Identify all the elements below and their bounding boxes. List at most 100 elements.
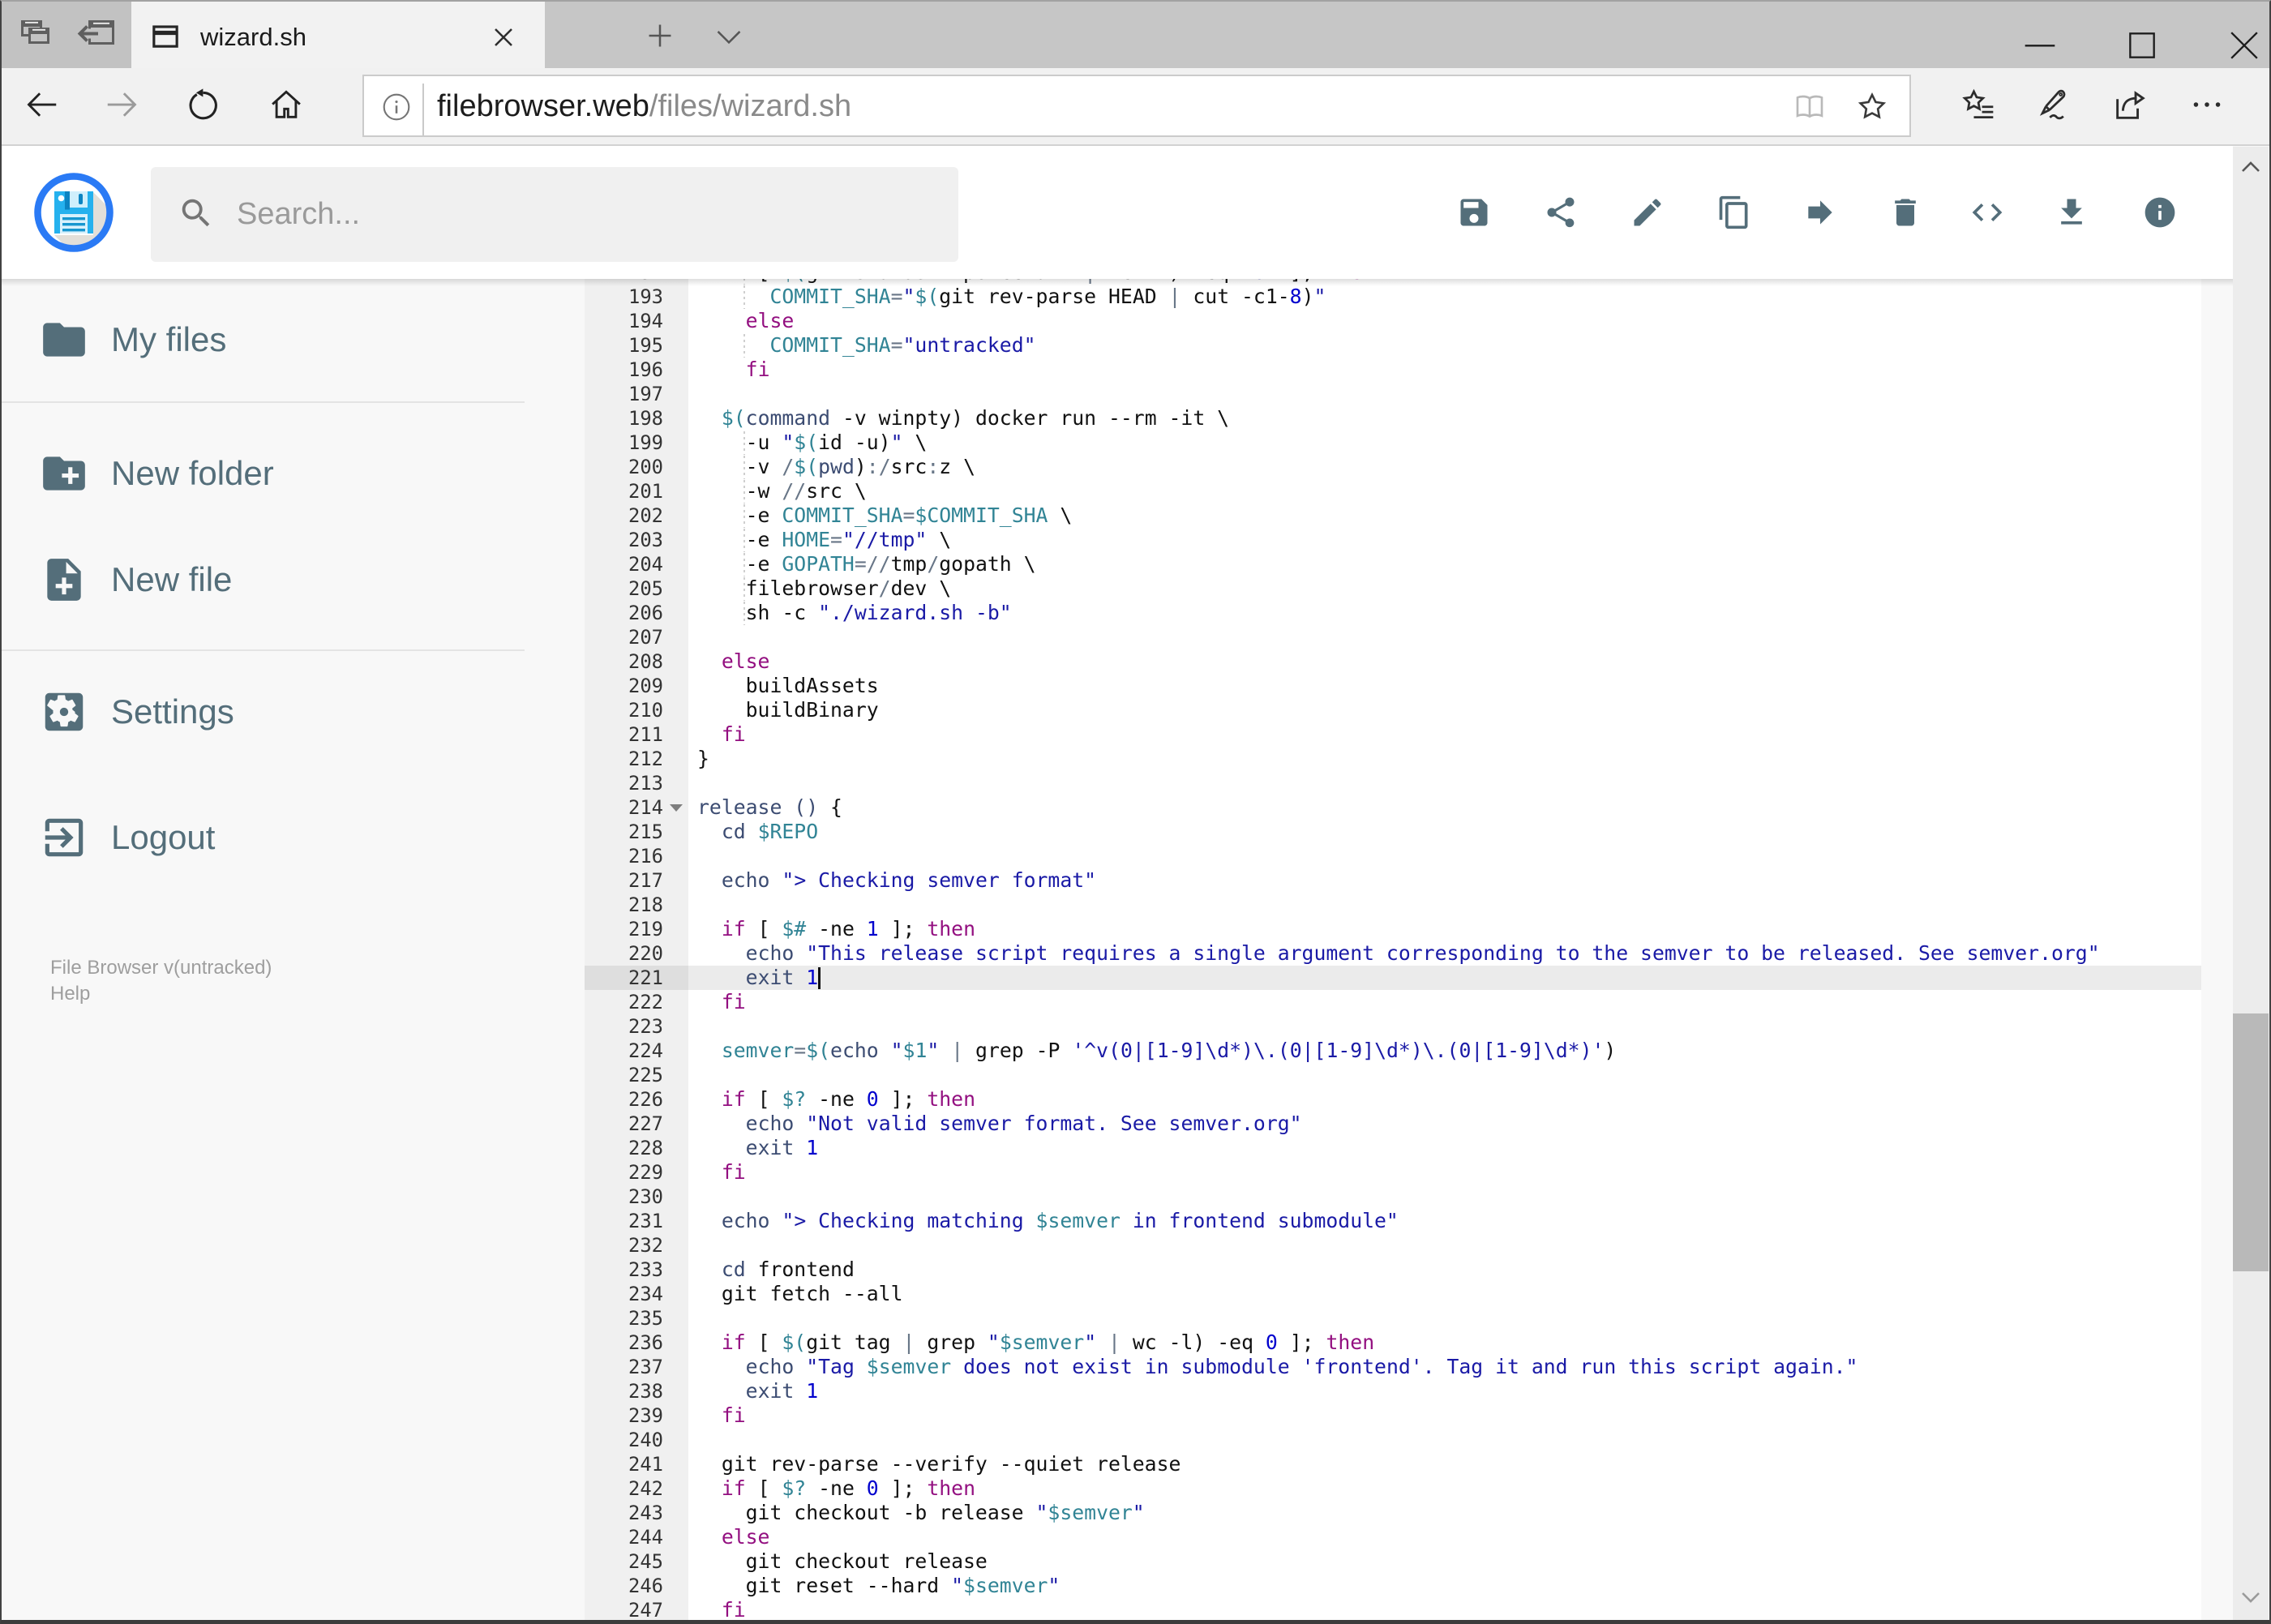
gutter-line-number: 245	[628, 1550, 663, 1573]
sidebar: My files New folder New file Settings Logout…	[2, 279, 585, 1620]
share-icon[interactable]	[1543, 195, 1579, 230]
forward-icon[interactable]	[103, 86, 140, 123]
code-line: echo "Tag $semver does not exist in subm…	[745, 1355, 1858, 1378]
code-line: git checkout -b release "$semver"	[697, 1501, 1145, 1524]
sidebar-help-link[interactable]: Help	[50, 982, 90, 1006]
minimize-icon[interactable]	[2024, 29, 2056, 62]
save-icon[interactable]	[1456, 195, 1492, 230]
gutter-line-number: 203	[628, 529, 663, 551]
gutter-line-number: 224	[628, 1039, 663, 1062]
maximize-icon[interactable]	[2126, 29, 2158, 62]
url-host: filebrowser.web	[437, 89, 649, 123]
settings-icon	[39, 687, 89, 737]
sidebar-item-settings[interactable]: Settings	[2, 687, 585, 737]
scrollbar-thumb[interactable]	[2233, 1013, 2269, 1271]
indent-guide	[743, 431, 745, 455]
gutter-line-number: 246	[628, 1575, 663, 1597]
tab-list-chevron-icon[interactable]	[715, 28, 743, 46]
url-text[interactable]: filebrowser.web/files/wizard.sh	[437, 88, 851, 125]
gutter-line-number: 233	[628, 1258, 663, 1281]
sidebar-item-my-files[interactable]: My files	[2, 315, 585, 365]
search-icon	[178, 195, 215, 232]
code-line: exit 1	[745, 1379, 819, 1403]
move-icon[interactable]	[1802, 195, 1838, 230]
gutter-line-number: 225	[628, 1064, 663, 1086]
code-line: release () {	[697, 795, 842, 819]
code-line: -v /$(pwd):/src:z \	[697, 455, 975, 479]
share-page-icon[interactable]	[2110, 86, 2148, 123]
info-icon[interactable]	[2142, 195, 2178, 230]
search-box[interactable]: Search...	[151, 167, 958, 262]
code-line: git reset --hard "$semver"	[697, 1574, 1061, 1597]
gutter-line-number: 228	[628, 1137, 663, 1159]
app-logo-floppy[interactable]	[33, 172, 114, 253]
add-favorite-star-icon[interactable]	[1855, 90, 1889, 124]
code-line: filebrowser/dev \	[697, 576, 952, 601]
new-tab-icon[interactable]	[645, 20, 675, 51]
gutter-line-number: 238	[628, 1380, 663, 1403]
folder-icon	[39, 315, 89, 365]
edit-icon[interactable]	[1630, 195, 1665, 230]
gutter-line-number: 231	[628, 1210, 663, 1232]
browser-tab-active[interactable]: wizard.sh	[131, 2, 545, 68]
url-box[interactable]: filebrowser.web/files/wizard.sh	[362, 75, 1911, 137]
editor-code-pane[interactable]: if [ $(git status --porcelain | wc -l) -…	[688, 279, 2201, 1620]
gutter-line-number: 240	[628, 1429, 663, 1451]
back-icon[interactable]	[24, 86, 61, 123]
gutter-line-number: 194	[628, 310, 663, 332]
chevron-up-icon[interactable]	[2241, 161, 2260, 173]
more-menu-icon[interactable]	[2189, 87, 2225, 122]
gutter-line-number: 217	[628, 869, 663, 892]
code-line: semver=$(echo "$1" | grep -P '^v(0|[1-9]…	[721, 1039, 1617, 1062]
refresh-icon[interactable]	[185, 87, 221, 122]
code-line: cd $REPO	[721, 820, 819, 843]
sidebar-item-new-folder[interactable]: New folder	[2, 448, 585, 499]
gutter-line-number: 212	[628, 748, 663, 770]
window-close-icon[interactable]	[2228, 29, 2260, 62]
gutter-line-number: 221	[585, 966, 688, 990]
page-scrollbar[interactable]	[2233, 147, 2269, 1620]
fold-marker-icon[interactable]	[670, 804, 683, 812]
gutter-line-number: 202	[628, 504, 663, 527]
home-icon[interactable]	[268, 86, 305, 123]
code-line: if [ $? -ne 0 ]; then	[721, 1087, 976, 1111]
gutter-line-number: 210	[628, 699, 663, 722]
annotate-pen-icon[interactable]	[2035, 87, 2071, 122]
set-tabs-aside-icon[interactable]	[76, 18, 117, 50]
gutter-line-number: 198	[628, 407, 663, 430]
gutter-line-number: 244	[628, 1526, 663, 1549]
gutter-line-number: 242	[628, 1477, 663, 1500]
new-file-icon	[39, 555, 89, 605]
delete-icon[interactable]	[1888, 195, 1923, 230]
download-icon[interactable]	[2054, 195, 2089, 230]
copy-icon[interactable]	[1716, 195, 1752, 230]
code-line: fi	[721, 990, 746, 1013]
sidebar-item-logout[interactable]: Logout	[2, 812, 585, 863]
reading-view-icon	[1793, 91, 1826, 123]
sidebar-divider	[2, 649, 525, 651]
indent-guide	[743, 577, 745, 601]
tab-close-icon[interactable]	[491, 24, 516, 50]
gutter-line-number: 197	[628, 383, 663, 405]
sidebar-item-label: Settings	[111, 692, 234, 731]
gutter-line-number: 211	[628, 723, 663, 746]
browser-window: wizard.sh filebrowser.web/files/wizard.sh…	[0, 0, 2271, 1624]
gutter-line-number: 247	[628, 1599, 663, 1620]
sidebar-item-label: New folder	[111, 454, 274, 492]
site-info-icon[interactable]	[382, 92, 411, 122]
code-line: git fetch --all	[697, 1282, 903, 1305]
sidebar-version-text: File Browser v(untracked)	[50, 957, 272, 979]
sidebar-divider	[2, 401, 525, 403]
tab-preview-icon[interactable]	[19, 17, 52, 49]
code-line: COMMIT_SHA="untracked"	[688, 333, 2201, 358]
favorites-hub-icon[interactable]	[1960, 87, 1996, 122]
gutter-line-number: 226	[628, 1088, 663, 1111]
gutter-line-number: 215	[628, 821, 663, 843]
code-icon[interactable]	[1966, 195, 2008, 230]
sidebar-item-new-file[interactable]: New file	[2, 555, 585, 605]
code-line: -e COMMIT_SHA=$COMMIT_SHA \	[697, 503, 1073, 528]
gutter-line-number: 232	[628, 1234, 663, 1257]
chevron-down-icon[interactable]	[2241, 1592, 2260, 1604]
